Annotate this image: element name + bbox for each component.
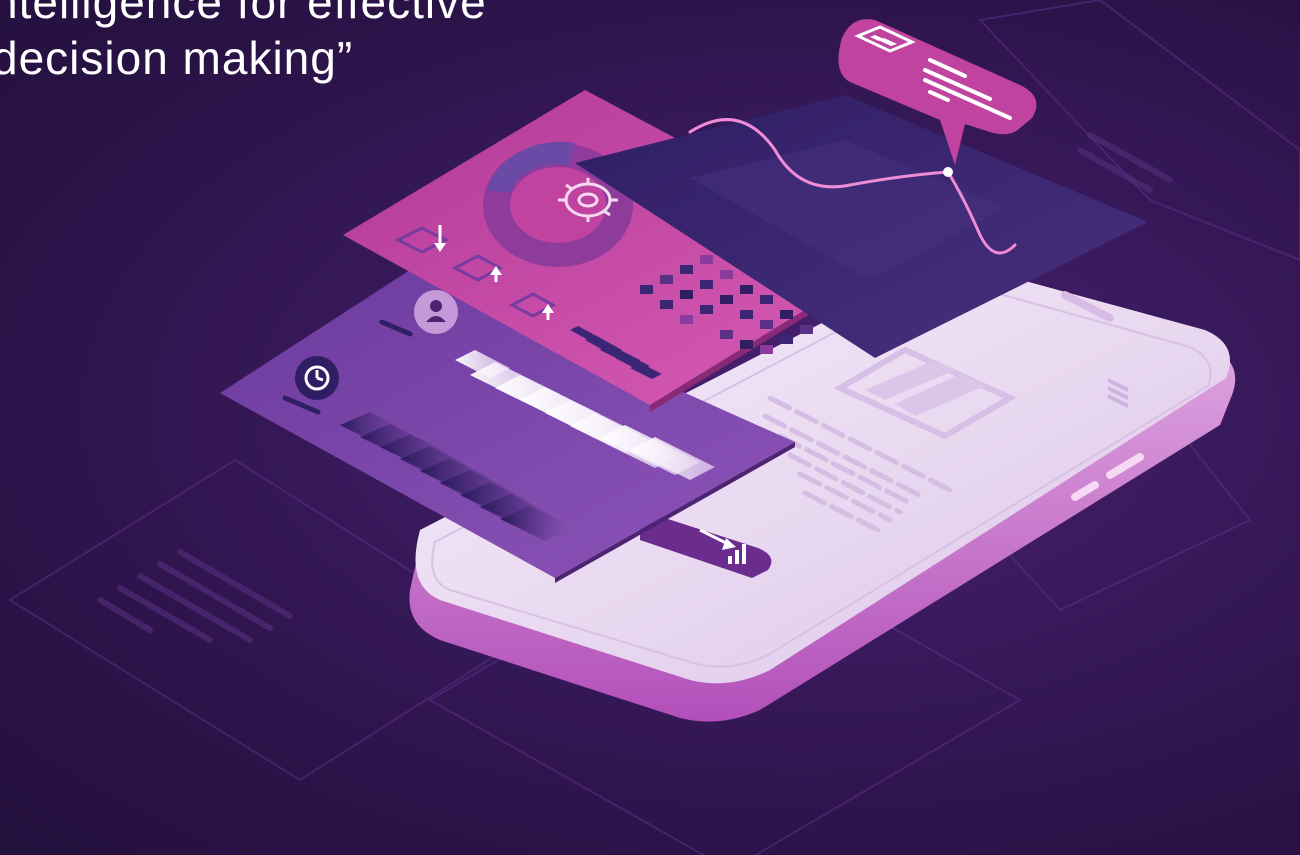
clock-icon bbox=[295, 356, 339, 400]
hero-banner: ntelligence for effective decision makin… bbox=[0, 0, 1300, 855]
wave-point bbox=[943, 167, 953, 177]
user-icon bbox=[414, 290, 458, 334]
isometric-phone-illustration bbox=[8, 0, 1300, 855]
